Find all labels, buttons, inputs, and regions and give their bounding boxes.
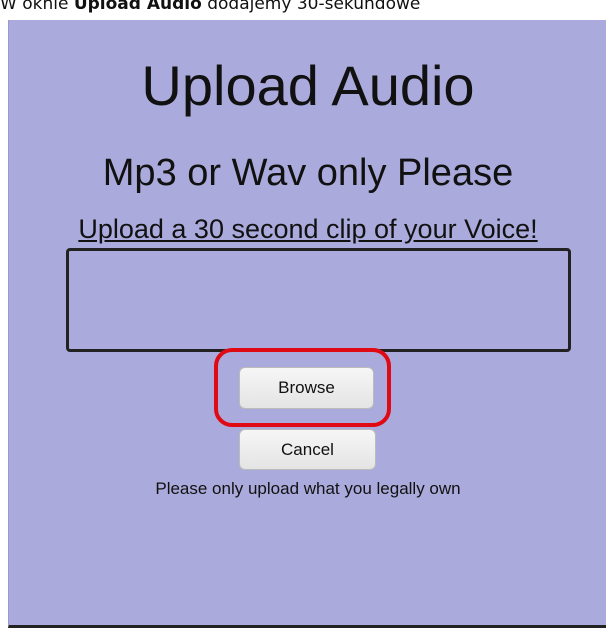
caption-prefix: W oknie: [0, 0, 74, 14]
upload-audio-panel: Upload Audio Mp3 or Wav only Please Uplo…: [8, 20, 606, 628]
caption-bold: Upload Audio: [73, 0, 202, 14]
browse-button[interactable]: Browse: [239, 367, 374, 409]
panel-title: Upload Audio: [141, 54, 475, 117]
cancel-button[interactable]: Cancel: [239, 429, 376, 470]
file-drop-area[interactable]: [66, 248, 571, 352]
tutorial-caption: W oknie Upload Audio dodajemy 30-sekundo…: [0, 0, 606, 18]
legal-notice: Please only upload what you legally own: [155, 479, 461, 498]
upload-instruction: Upload a 30 second clip of your Voice!: [78, 214, 538, 244]
caption-suffix: dodajemy 30-sekundowe: [201, 0, 421, 14]
format-requirement: Mp3 or Wav only Please: [102, 152, 514, 194]
